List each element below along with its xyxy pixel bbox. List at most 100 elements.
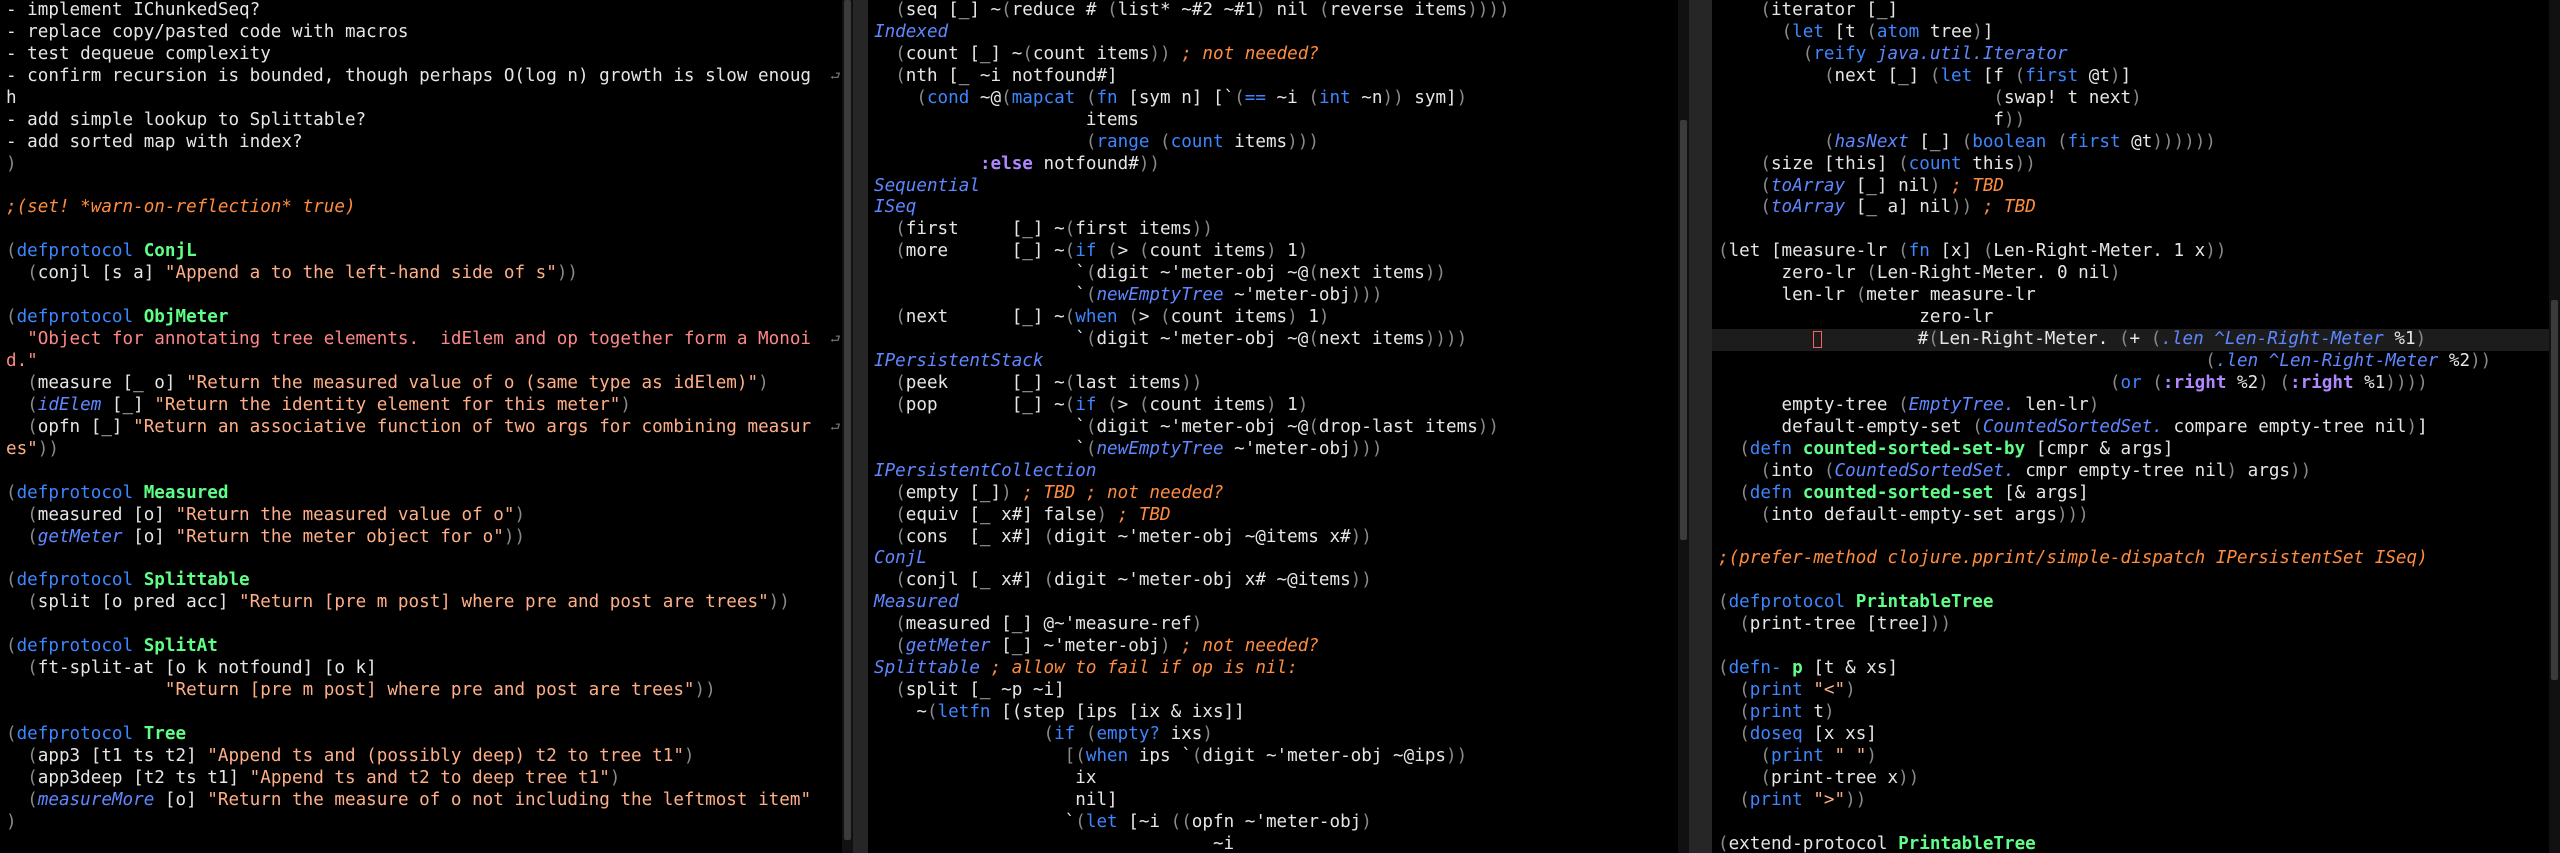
code-line[interactable] [0, 219, 852, 241]
code-line[interactable]: (opfn [_] "Return an associative functio… [0, 417, 852, 439]
code-line[interactable]: (split [o pred acc] "Return [pre m post]… [0, 592, 852, 614]
editor-pane-left[interactable]: - implement IChunkedSeq? - replace copy/p… [0, 0, 852, 853]
code-line[interactable]: `(digit ~'meter-obj ~@(next items)))) [868, 329, 1688, 351]
code-line[interactable]: (print-tree [tree])) [1712, 614, 2560, 636]
code-line[interactable]: ix [868, 768, 1688, 790]
code-line[interactable]: - add simple lookup to Splittable? [0, 110, 852, 132]
code-line[interactable]: (next [_] ~(when (> (count items) 1) [868, 307, 1688, 329]
code-line[interactable]: (into default-empty-set args))) [1712, 505, 2560, 527]
code-line[interactable]: (measured [_] @~'measure-ref) [868, 614, 1688, 636]
code-line[interactable]: `(newEmptyTree ~'meter-obj))) [868, 439, 1688, 461]
code-line[interactable] [1712, 812, 2560, 834]
code-line[interactable]: (defprotocol ConjL [0, 241, 852, 263]
code-line[interactable]: (doseq [x xs] [1712, 724, 2560, 746]
code-line[interactable]: (conjl [_ x#] (digit ~'meter-obj x# ~@it… [868, 570, 1688, 592]
code-line[interactable]: d." [0, 351, 852, 373]
code-line[interactable]: (getMeter [o] "Return the meter object f… [0, 527, 852, 549]
code-line[interactable]: - add sorted map with index? [0, 132, 852, 154]
code-line[interactable]: ~(letfn [(step [ips [ix & ixs]] [868, 702, 1688, 724]
code-line[interactable]: (equiv [_ x#] false) ; TBD [868, 505, 1688, 527]
code-line[interactable]: (measure [_ o] "Return the measured valu… [0, 373, 852, 395]
code-line[interactable]: (print ">")) [1712, 790, 2560, 812]
code-line[interactable] [0, 461, 852, 483]
code-line[interactable]: (defprotocol PrintableTree [1712, 592, 2560, 614]
pane-separator[interactable] [1688, 0, 1712, 853]
code-line[interactable]: (defprotocol Splittable [0, 570, 852, 592]
code-line[interactable]: (app3 [t1 ts t2] "Append ts and (possibl… [0, 746, 852, 768]
editor-pane-middle[interactable]: (seq [_] ~(reduce # (list* ~#2 ~#1) nil … [868, 0, 1688, 853]
code-line[interactable]: `(digit ~'meter-obj ~@(drop-last items)) [868, 417, 1688, 439]
code-line[interactable]: ;(set! *warn-on-reflection* true) [0, 197, 852, 219]
code-line[interactable]: (extend-protocol PrintableTree [1712, 834, 2560, 853]
code-line[interactable]: Indexed [868, 22, 1688, 44]
code-line[interactable]: :else notfound#)) [868, 154, 1688, 176]
code-line[interactable]: "Return [pre m post] where pre and post … [0, 680, 852, 702]
code-line[interactable]: (print-tree x)) [1712, 768, 2560, 790]
code-line[interactable] [0, 548, 852, 570]
code-line[interactable]: (defprotocol ObjMeter [0, 307, 852, 329]
code-line[interactable]: (defn counted-sorted-set-by [cmpr & args… [1712, 439, 2560, 461]
vertical-scrollbar[interactable] [2549, 0, 2560, 853]
code-line[interactable]: empty-tree (EmptyTree. len-lr) [1712, 395, 2560, 417]
code-line[interactable]: (app3deep [t2 ts t1] "Append ts and t2 t… [0, 768, 852, 790]
code-line[interactable] [1712, 570, 2560, 592]
code-line[interactable]: (hasNext [_] (boolean (first @t)))))) [1712, 132, 2560, 154]
code-line[interactable]: ~i [868, 834, 1688, 853]
code-line[interactable]: (measured [o] "Return the measured value… [0, 505, 852, 527]
code-line[interactable]: (nth [_ ~i notfound#] [868, 66, 1688, 88]
code-line[interactable]: items [868, 110, 1688, 132]
code-line[interactable]: "Object for annotating tree elements. id… [0, 329, 852, 351]
code-line[interactable]: [(when ips `(digit ~'meter-obj ~@ips)) [868, 746, 1688, 768]
code-line[interactable]: Splittable ; allow to fail if op is nil: [868, 658, 1688, 680]
code-line[interactable]: default-empty-set (CountedSortedSet. com… [1712, 417, 2560, 439]
code-line[interactable]: Measured [868, 592, 1688, 614]
code-line[interactable]: `(newEmptyTree ~'meter-obj))) [868, 285, 1688, 307]
vertical-scrollbar[interactable] [842, 0, 853, 853]
code-line[interactable]: (count [_] ~(count items)) ; not needed? [868, 44, 1688, 66]
code-line[interactable]: (cond ~@(mapcat (fn [sym n] [`(== ~i (in… [868, 88, 1688, 110]
code-line[interactable]: (seq [_] ~(reduce # (list* ~#2 ~#1) nil … [868, 0, 1688, 22]
code-line[interactable]: ;(prefer-method clojure.pprint/simple-di… [1712, 548, 2560, 570]
code-line[interactable]: (more [_] ~(if (> (count items) 1) [868, 241, 1688, 263]
code-line[interactable]: (into (CountedSortedSet. cmpr empty-tree… [1712, 461, 2560, 483]
code-line[interactable]: (next [_] (let [f (first @t)] [1712, 66, 2560, 88]
code-line[interactable] [0, 176, 852, 198]
code-line[interactable]: ) [0, 812, 852, 834]
code-line[interactable] [0, 702, 852, 724]
code-line[interactable]: IPersistentCollection [868, 461, 1688, 483]
code-line[interactable]: Sequential [868, 176, 1688, 198]
current-line[interactable]: #(Len-Right-Meter. (+ (.len ^Len-Right-M… [1712, 329, 2560, 351]
code-line[interactable]: (defprotocol Tree [0, 724, 852, 746]
code-line[interactable]: nil] [868, 790, 1688, 812]
code-line[interactable]: len-lr (meter measure-lr [1712, 285, 2560, 307]
code-line[interactable] [1712, 219, 2560, 241]
code-line[interactable]: (let [measure-lr (fn [x] (Len-Right-Mete… [1712, 241, 2560, 263]
code-line[interactable]: ConjL [868, 548, 1688, 570]
code-line[interactable]: h [0, 88, 852, 110]
scrollbar-thumb[interactable] [1680, 120, 1687, 540]
scrollbar-thumb[interactable] [2551, 300, 2558, 680]
code-line[interactable]: (empty [_]) ; TBD ; not needed? [868, 483, 1688, 505]
code-line[interactable]: (print " ") [1712, 746, 2560, 768]
code-line[interactable]: ISeq [868, 197, 1688, 219]
code-line[interactable] [1712, 527, 2560, 549]
code-line[interactable]: - test dequeue complexity [0, 44, 852, 66]
code-line[interactable]: ) [0, 154, 852, 176]
code-line[interactable]: (swap! t next) [1712, 88, 2560, 110]
code-line[interactable]: (range (count items))) [868, 132, 1688, 154]
code-line[interactable] [1712, 636, 2560, 658]
code-line[interactable]: - confirm recursion is bounded, though p… [0, 66, 852, 88]
code-line[interactable]: (split [_ ~p ~i] [868, 680, 1688, 702]
code-line[interactable]: (or (:right %2) (:right %1)))) [1712, 373, 2560, 395]
code-line[interactable]: (first [_] ~(first items)) [868, 219, 1688, 241]
code-line[interactable]: (measureMore [o] "Return the measure of … [0, 790, 852, 812]
scrollbar-thumb[interactable] [844, 0, 851, 840]
code-line[interactable] [0, 614, 852, 636]
code-line[interactable]: f)) [1712, 110, 2560, 132]
code-line[interactable]: (if (empty? ixs) [868, 724, 1688, 746]
code-line[interactable]: (size [this] (count this)) [1712, 154, 2560, 176]
code-line[interactable]: zero-lr (Len-Right-Meter. 0 nil) [1712, 263, 2560, 285]
code-line[interactable]: (defn- p [t & xs] [1712, 658, 2560, 680]
code-line[interactable]: `(digit ~'meter-obj ~@(next items)) [868, 263, 1688, 285]
vertical-scrollbar[interactable] [1678, 0, 1689, 853]
